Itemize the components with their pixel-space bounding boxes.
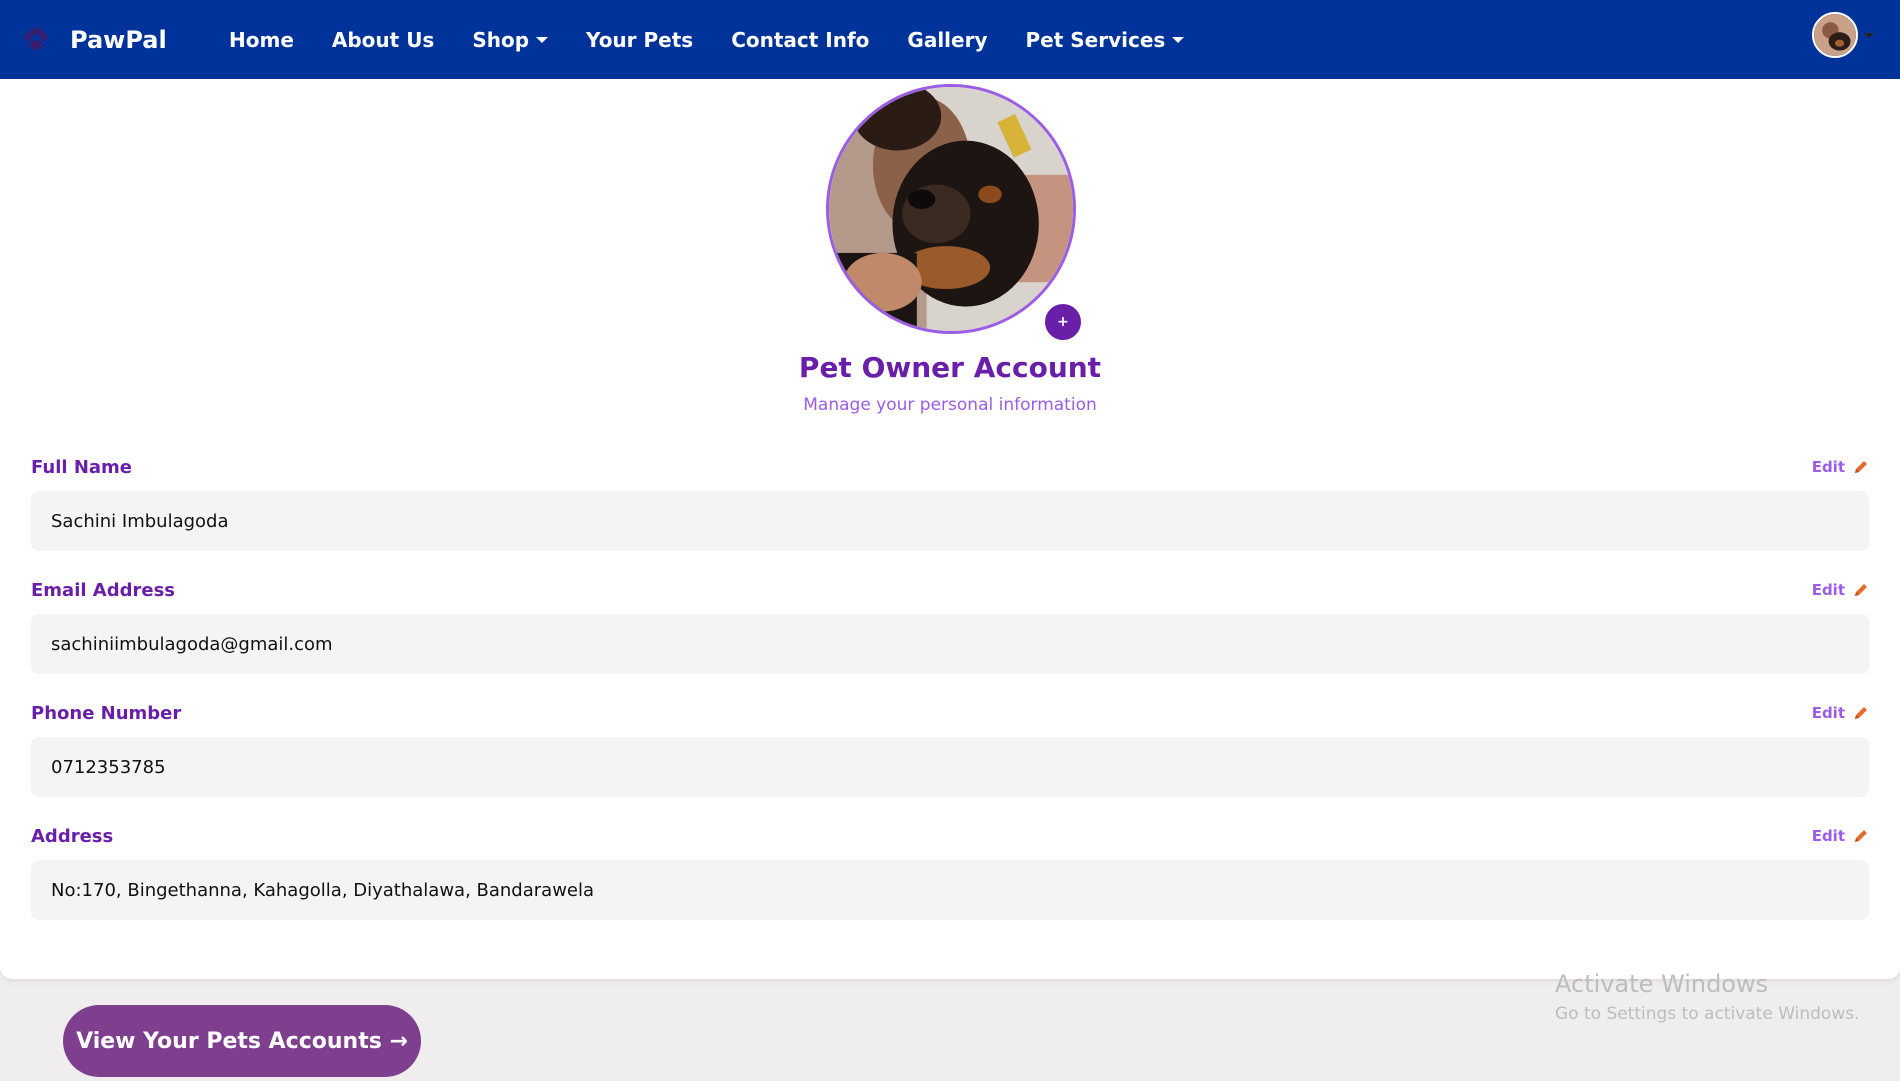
nav-pet-services-label: Pet Services (1025, 27, 1166, 52)
nav-contact-info-label: Contact Info (731, 27, 870, 52)
caret-down-icon (1864, 32, 1874, 38)
email-value: sachiniimbulagoda@gmail.com (31, 614, 1869, 674)
nav-about-us[interactable]: About Us (332, 28, 434, 52)
paw-icon (25, 27, 47, 50)
edit-label: Edit (1811, 581, 1845, 599)
field-full-name: Full Name Edit Sachini Imbulagoda (31, 457, 1869, 552)
profile-photo (826, 84, 1076, 334)
edit-full-name-button[interactable]: Edit (1812, 458, 1869, 476)
pencil-icon (1855, 584, 1867, 596)
edit-label: Edit (1811, 827, 1845, 845)
brand-name: PawPal (70, 25, 167, 54)
field-label: Full Name (31, 457, 132, 478)
pencil-icon (1855, 830, 1867, 842)
field-address: Address Edit No:170, Bingethanna, Kahago… (31, 826, 1869, 921)
field-phone: Phone Number Edit 0712353785 (31, 703, 1869, 798)
nav-your-pets[interactable]: Your Pets (586, 28, 693, 52)
nav-gallery-label: Gallery (907, 27, 988, 52)
add-photo-button[interactable]: + (1043, 302, 1083, 342)
profile-photo-image (829, 87, 1073, 331)
edit-email-button[interactable]: Edit (1812, 581, 1869, 599)
nav-gallery[interactable]: Gallery (907, 28, 987, 52)
caret-down-icon (1172, 36, 1185, 43)
pencil-icon (1855, 707, 1867, 719)
field-email: Email Address Edit sachiniimbulagoda@gma… (31, 580, 1869, 675)
brand[interactable]: PawPal (18, 0, 167, 79)
full-name-value: Sachini Imbulagoda (31, 491, 1869, 551)
edit-phone-button[interactable]: Edit (1812, 704, 1869, 722)
plus-icon: + (1057, 314, 1069, 330)
watermark-title: Activate Windows (1555, 970, 1769, 998)
field-label: Email Address (31, 580, 176, 601)
edit-label: Edit (1811, 704, 1845, 722)
watermark-subtitle: Go to Settings to activate Windows. (1555, 1004, 1860, 1024)
view-pets-accounts-label: View Your Pets Accounts → (76, 1028, 408, 1054)
phone-value: 0712353785 (31, 737, 1869, 797)
account-card: + Pet Owner Account Manage your personal… (0, 79, 1900, 979)
edit-address-button[interactable]: Edit (1812, 827, 1869, 845)
user-avatar (1812, 12, 1858, 58)
page-subtitle: Manage your personal information (803, 395, 1097, 415)
page-title: Pet Owner Account (798, 351, 1102, 384)
nav-home[interactable]: Home (229, 28, 294, 52)
nav-home-label: Home (229, 27, 294, 52)
top-navbar: PawPal Home About Us Shop Your Pets Cont… (0, 0, 1900, 79)
edit-label: Edit (1811, 458, 1845, 476)
nav-contact-info[interactable]: Contact Info (731, 28, 869, 52)
field-label: Phone Number (31, 703, 182, 724)
pencil-icon (1855, 461, 1867, 473)
nav-links: Home About Us Shop Your Pets Contact Inf… (229, 0, 1222, 79)
nav-about-us-label: About Us (331, 27, 435, 52)
nav-shop-dropdown[interactable]: Shop (472, 27, 549, 52)
field-label: Address (31, 826, 114, 847)
address-value: No:170, Bingethanna, Kahagolla, Diyathal… (31, 860, 1869, 920)
nav-pet-services-dropdown[interactable]: Pet Services (1026, 28, 1185, 52)
activate-windows-watermark: Activate Windows Go to Settings to activ… (1555, 970, 1860, 1024)
view-pets-accounts-button[interactable]: View Your Pets Accounts → (63, 1005, 421, 1077)
nav-shop-label: Shop (472, 27, 530, 52)
user-menu-dropdown[interactable] (1812, 12, 1874, 58)
nav-your-pets-label: Your Pets (586, 27, 694, 52)
caret-down-icon (536, 36, 549, 43)
